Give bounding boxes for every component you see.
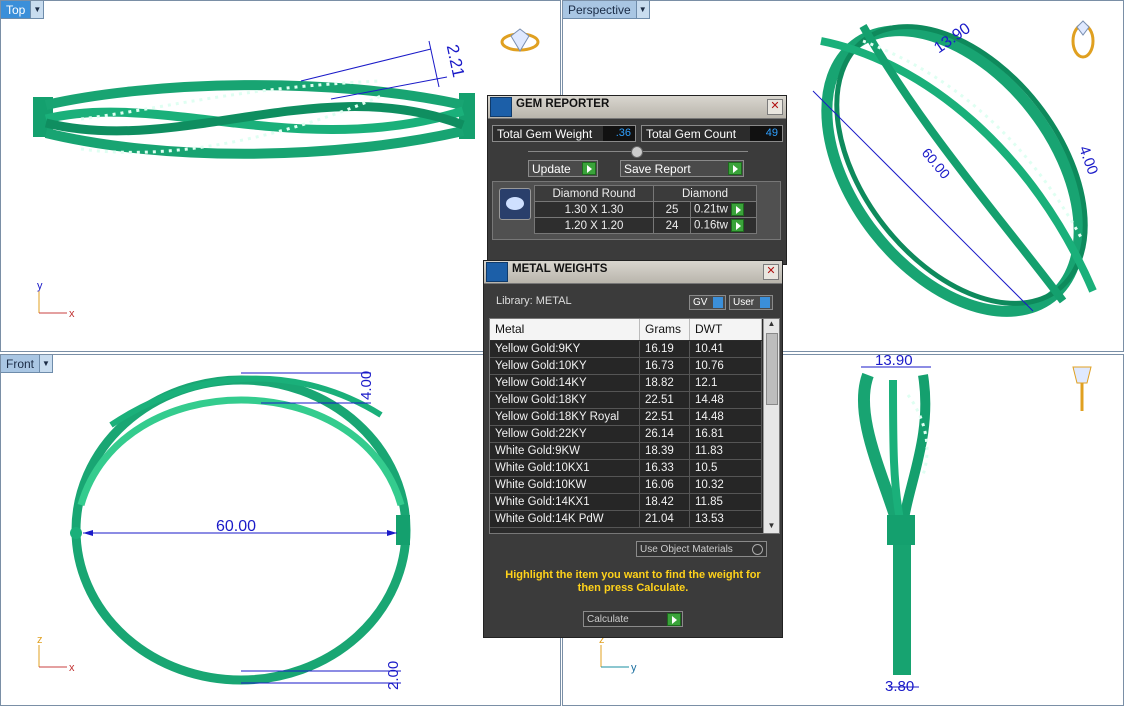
user-toggle[interactable]: User: [729, 295, 773, 310]
dimension-label: 2.21: [443, 43, 468, 79]
bracelet-side-render: [858, 372, 931, 675]
close-icon[interactable]: ✕: [763, 264, 779, 280]
update-button[interactable]: Update: [528, 160, 598, 177]
list-item[interactable]: White Gold:9KW 18.39 11.83: [490, 443, 762, 460]
view-cube-icon: [1072, 366, 1092, 411]
gem-table-frame: Diamond Round Diamond 1.30 X 1.30 25 0.2…: [492, 181, 781, 240]
close-icon[interactable]: ✕: [767, 99, 783, 115]
total-gem-count-field: Total Gem Count 49: [641, 125, 783, 142]
bracelet-top-render: [33, 79, 475, 159]
gem-table: Diamond Round Diamond 1.30 X 1.30 25 0.2…: [534, 185, 757, 234]
metal-list-header: Metal Grams DWT: [490, 319, 762, 340]
front-view-canvas: 60.00 4.00 2.00 z x: [37, 371, 411, 690]
list-scrollbar[interactable]: ▲ ▼: [763, 319, 779, 533]
viewport-label: Top: [6, 2, 26, 17]
play-icon[interactable]: [731, 219, 745, 232]
axis-indicator: y x: [37, 280, 75, 320]
list-item[interactable]: White Gold:10KW 16.06 10.32: [490, 477, 762, 494]
bracelet-perspective-render: [820, 24, 1097, 317]
scroll-up-icon[interactable]: ▲: [764, 319, 779, 331]
gem-table-header: Diamond Round: [534, 185, 654, 202]
svg-text:2.00: 2.00: [385, 661, 402, 690]
toggle-icon: [713, 297, 723, 308]
viewport-label: Perspective: [568, 2, 631, 17]
svg-text:60.00: 60.00: [216, 518, 256, 535]
panel-splitter[interactable]: [528, 146, 748, 158]
chevron-down-icon[interactable]: ▼: [635, 1, 649, 18]
list-item[interactable]: Yellow Gold:14KY 18.82 12.1: [490, 375, 762, 392]
svg-text:x: x: [69, 662, 75, 674]
view-cube-icon: [1071, 20, 1095, 59]
gem-table-header: Diamond: [653, 185, 757, 202]
gem-table-row[interactable]: 1.30 X 1.30 25 0.21tw: [534, 201, 757, 218]
list-item[interactable]: Yellow Gold:9KY 16.19 10.41: [490, 341, 762, 358]
metal-weights-titlebar[interactable]: METAL WEIGHTS ✕: [484, 261, 782, 284]
toggle-icon: [760, 297, 770, 308]
total-gem-weight-value: .36: [603, 126, 635, 141]
svg-text:13.90: 13.90: [875, 355, 913, 369]
library-label: Library: METAL: [496, 295, 572, 307]
svg-text:4.00: 4.00: [358, 371, 375, 400]
scroll-down-icon[interactable]: ▼: [764, 521, 779, 533]
gem-reporter-icon: [490, 97, 512, 117]
viewport-top[interactable]: 2.21 y x Top ▼: [0, 0, 561, 352]
tab-perspective-viewport[interactable]: Perspective ▼: [563, 1, 650, 19]
gv-toggle[interactable]: GV: [689, 295, 726, 310]
metal-weights-panel: METAL WEIGHTS ✕ Library: METAL GV User M…: [483, 260, 783, 638]
play-icon: [582, 162, 596, 175]
tab-front-viewport[interactable]: Front ▼: [1, 355, 54, 373]
gem-reporter-panel: GEM REPORTER ✕ Total Gem Weight .36 Tota…: [487, 95, 787, 265]
total-gem-weight-field: Total Gem Weight .36: [492, 125, 636, 142]
hint-text: Highlight the item you want to find the …: [505, 569, 761, 594]
svg-text:z: z: [37, 634, 43, 646]
scroll-thumb[interactable]: [766, 333, 778, 405]
metal-weights-icon: [486, 262, 508, 282]
list-item[interactable]: White Gold:14K PdW 21.04 13.53: [490, 511, 762, 528]
svg-text:y: y: [37, 280, 43, 292]
splitter-grip-icon[interactable]: [631, 146, 643, 158]
gem-table-row[interactable]: 1.20 X 1.20 24 0.16tw: [534, 217, 757, 234]
use-object-materials-toggle[interactable]: Use Object Materials: [636, 541, 767, 557]
save-report-button[interactable]: Save Report: [620, 160, 744, 177]
total-gem-count-value: 49: [750, 126, 782, 141]
list-item[interactable]: Yellow Gold:18KY 22.51 14.48: [490, 392, 762, 409]
viewport-front[interactable]: 60.00 4.00 2.00 z x Front ▼: [0, 354, 561, 706]
axis-indicator: z y: [599, 634, 637, 674]
chevron-down-icon[interactable]: ▼: [39, 355, 53, 372]
play-icon: [667, 612, 681, 626]
svg-text:y: y: [631, 662, 637, 674]
list-item[interactable]: Yellow Gold:22KY 26.14 16.81: [490, 426, 762, 443]
list-item[interactable]: White Gold:14KX1 18.42 11.85: [490, 494, 762, 511]
radio-icon: [752, 543, 763, 555]
calculate-button[interactable]: Calculate: [583, 611, 683, 627]
play-icon[interactable]: [731, 203, 745, 216]
play-icon: [728, 162, 742, 175]
axis-indicator: z x: [37, 634, 75, 674]
diamond-round-icon: [499, 188, 531, 220]
list-item[interactable]: White Gold:10KX1 16.33 10.5: [490, 460, 762, 477]
svg-text:x: x: [69, 308, 75, 320]
chevron-down-icon[interactable]: ▼: [30, 1, 44, 18]
list-item[interactable]: Yellow Gold:10KY 16.73 10.76: [490, 358, 762, 375]
gem-reporter-titlebar[interactable]: GEM REPORTER ✕: [488, 96, 786, 119]
svg-text:3.80: 3.80: [885, 678, 914, 695]
panel-title: METAL WEIGHTS: [512, 263, 608, 275]
tab-top-viewport[interactable]: Top ▼: [1, 1, 45, 19]
top-view-canvas: 2.21 y x: [33, 28, 540, 320]
metal-list[interactable]: Metal Grams DWT Yellow Gold:9KY 16.19 10.4…: [489, 318, 780, 534]
viewport-label: Front: [6, 356, 35, 371]
view-cube-icon: [500, 28, 540, 52]
panel-title: GEM REPORTER: [516, 98, 610, 110]
svg-text:4.00: 4.00: [1075, 144, 1101, 177]
list-item[interactable]: Yellow Gold:18KY Royal 22.51 14.48: [490, 409, 762, 426]
